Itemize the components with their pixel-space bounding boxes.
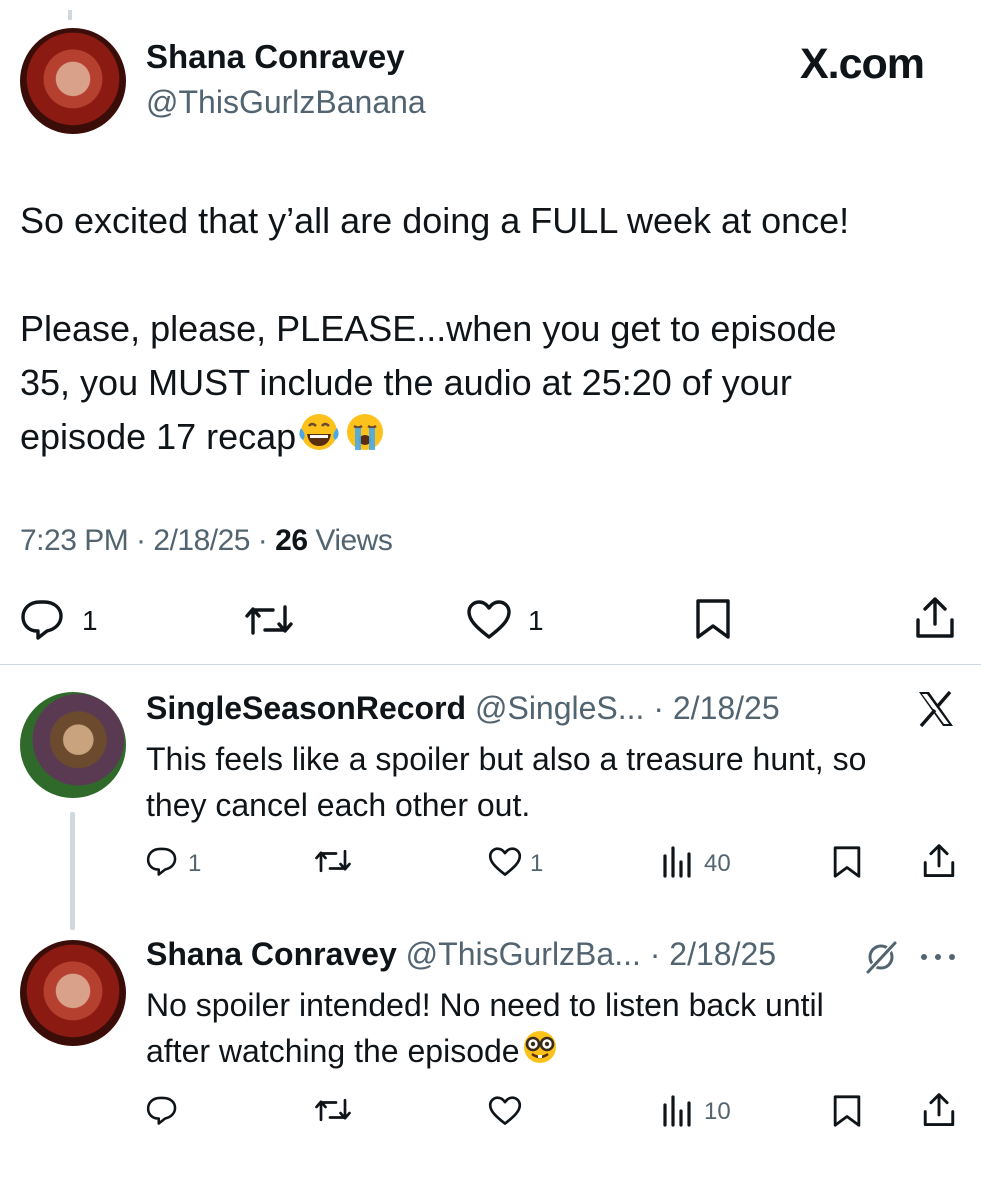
reply-count: 1 bbox=[82, 605, 98, 636]
reply-author-name[interactable]: Shana Conravey bbox=[146, 936, 397, 972]
thread-line bbox=[70, 812, 75, 930]
avatar[interactable] bbox=[20, 28, 126, 134]
reply-text-line: This feels like a spoiler but also a tre… bbox=[146, 741, 867, 777]
reply-handle-date[interactable]: @ThisGurlzBa... · 2/18/25 bbox=[406, 936, 776, 972]
avatar[interactable] bbox=[20, 692, 126, 798]
repost-button[interactable] bbox=[314, 1095, 352, 1125]
post-text-line: Please, please, PLEASE...when you get to… bbox=[20, 308, 837, 349]
like-count: 1 bbox=[530, 850, 544, 877]
post-text-line: 35, you MUST include the audio at 25:20 … bbox=[20, 362, 792, 403]
like-button[interactable] bbox=[488, 1096, 522, 1126]
like-count: 1 bbox=[528, 605, 544, 636]
nerd-face-emoji-icon bbox=[520, 1028, 560, 1078]
views-count: 40 bbox=[704, 850, 731, 877]
post-text-end: episode 17 recap bbox=[20, 416, 297, 457]
post-text-line: So excited that y’all are doing a FULL w… bbox=[20, 200, 850, 241]
post-meta: 7:23 PM · 2/18/25 · 26 Views bbox=[20, 524, 393, 558]
reply-count: 1 bbox=[188, 850, 202, 877]
reply-header: SingleSeasonRecord @SingleS... · 2/18/25 bbox=[146, 690, 780, 727]
reply-text-end: after watching the episode bbox=[146, 1033, 520, 1069]
tears-of-joy-emoji-icon bbox=[296, 411, 342, 468]
reply-text-line: No spoiler intended! No need to listen b… bbox=[146, 987, 824, 1023]
post-text-line: episode 17 recap bbox=[20, 410, 970, 468]
top-edge-mark bbox=[68, 10, 72, 20]
reply-text-line: after watching the episode bbox=[146, 1028, 824, 1078]
views-count: 26 bbox=[275, 524, 308, 557]
author-handle[interactable]: @ThisGurlzBanana bbox=[146, 84, 426, 121]
views-bar-chart-icon[interactable] bbox=[662, 1095, 694, 1127]
author-name[interactable]: Shana Conravey bbox=[146, 38, 405, 76]
reply-button[interactable] bbox=[146, 1094, 180, 1126]
repost-button[interactable] bbox=[244, 600, 294, 640]
reply-button[interactable] bbox=[146, 845, 180, 877]
reply-text: This feels like a spoiler but also a tre… bbox=[146, 736, 866, 828]
bookmark-button[interactable] bbox=[832, 1094, 862, 1128]
post-timestamp[interactable]: 7:23 PM · 2/18/25 · bbox=[20, 524, 275, 557]
repost-button[interactable] bbox=[314, 846, 352, 876]
x-logo-icon bbox=[916, 690, 956, 728]
bookmark-button[interactable] bbox=[832, 845, 862, 879]
views-label: Views bbox=[307, 524, 393, 557]
post-body: So excited that y’all are doing a FULL w… bbox=[20, 194, 970, 468]
reply-handle-date[interactable]: @SingleS... · 2/18/25 bbox=[475, 690, 780, 726]
share-button[interactable] bbox=[922, 1092, 956, 1128]
loudly-crying-emoji-icon bbox=[342, 411, 388, 468]
bookmark-button[interactable] bbox=[694, 598, 732, 640]
more-options-icon[interactable] bbox=[918, 952, 958, 962]
avatar[interactable] bbox=[20, 940, 126, 1046]
reply-button[interactable] bbox=[20, 598, 68, 640]
like-button[interactable] bbox=[466, 600, 512, 640]
reply-header: Shana Conravey @ThisGurlzBa... · 2/18/25 bbox=[146, 936, 776, 973]
share-button[interactable] bbox=[914, 596, 956, 640]
brand-logo: X.com bbox=[800, 40, 925, 88]
reply-text: No spoiler intended! No need to listen b… bbox=[146, 982, 824, 1078]
reply-author-name[interactable]: SingleSeasonRecord bbox=[146, 690, 466, 726]
reply-text-line: they cancel each other out. bbox=[146, 787, 531, 823]
divider bbox=[0, 664, 981, 665]
views-bar-chart-icon[interactable] bbox=[662, 846, 694, 878]
grok-icon[interactable] bbox=[864, 940, 898, 974]
like-button[interactable] bbox=[488, 847, 522, 877]
views-count: 10 bbox=[704, 1098, 731, 1125]
share-button[interactable] bbox=[922, 843, 956, 879]
